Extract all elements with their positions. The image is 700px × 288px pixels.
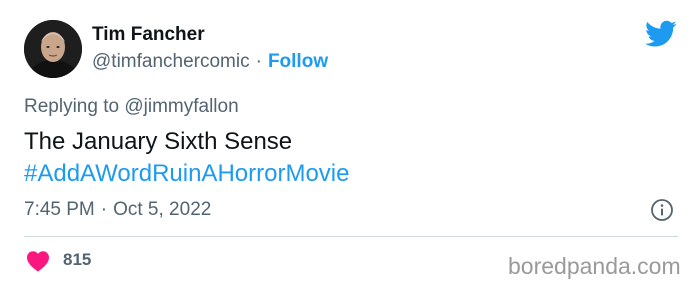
tweet-body: The January Sixth Sense #AddAWordRuinAHo…	[24, 126, 349, 190]
handle-row: @timfanchercomic · Follow	[92, 51, 328, 73]
tweet-date: Oct 5, 2022	[113, 199, 212, 220]
twitter-bird-icon[interactable]	[645, 20, 677, 48]
tweet-text: The January Sixth Sense	[24, 128, 293, 155]
heart-icon[interactable]	[26, 250, 50, 272]
reply-context: Replying to @jimmyfallon	[24, 96, 239, 118]
reply-prefix: Replying to	[24, 96, 120, 117]
tweet-hashtag[interactable]: #AddAWordRuinAHorrorMovie	[24, 158, 349, 190]
avatar-photo	[24, 20, 82, 78]
timestamp-separator: ·	[100, 199, 108, 220]
like-count[interactable]: 815	[63, 250, 91, 270]
handle-separator: ·	[255, 51, 262, 72]
reply-mention[interactable]: @jimmyfallon	[124, 96, 238, 117]
author-handle[interactable]: @timfanchercomic	[92, 51, 250, 72]
info-icon[interactable]	[650, 198, 674, 222]
divider	[24, 236, 678, 237]
tweet-timestamp[interactable]: 7:45 PM · Oct 5, 2022	[24, 199, 211, 221]
tweet-time: 7:45 PM	[24, 199, 95, 220]
watermark: boredpanda.com	[508, 253, 681, 279]
tweet-card: Tim Fancher @timfanchercomic · Follow Repl…	[0, 0, 700, 288]
follow-button[interactable]: Follow	[268, 51, 328, 72]
author-name[interactable]: Tim Fancher	[92, 24, 205, 46]
avatar[interactable]	[24, 20, 82, 78]
